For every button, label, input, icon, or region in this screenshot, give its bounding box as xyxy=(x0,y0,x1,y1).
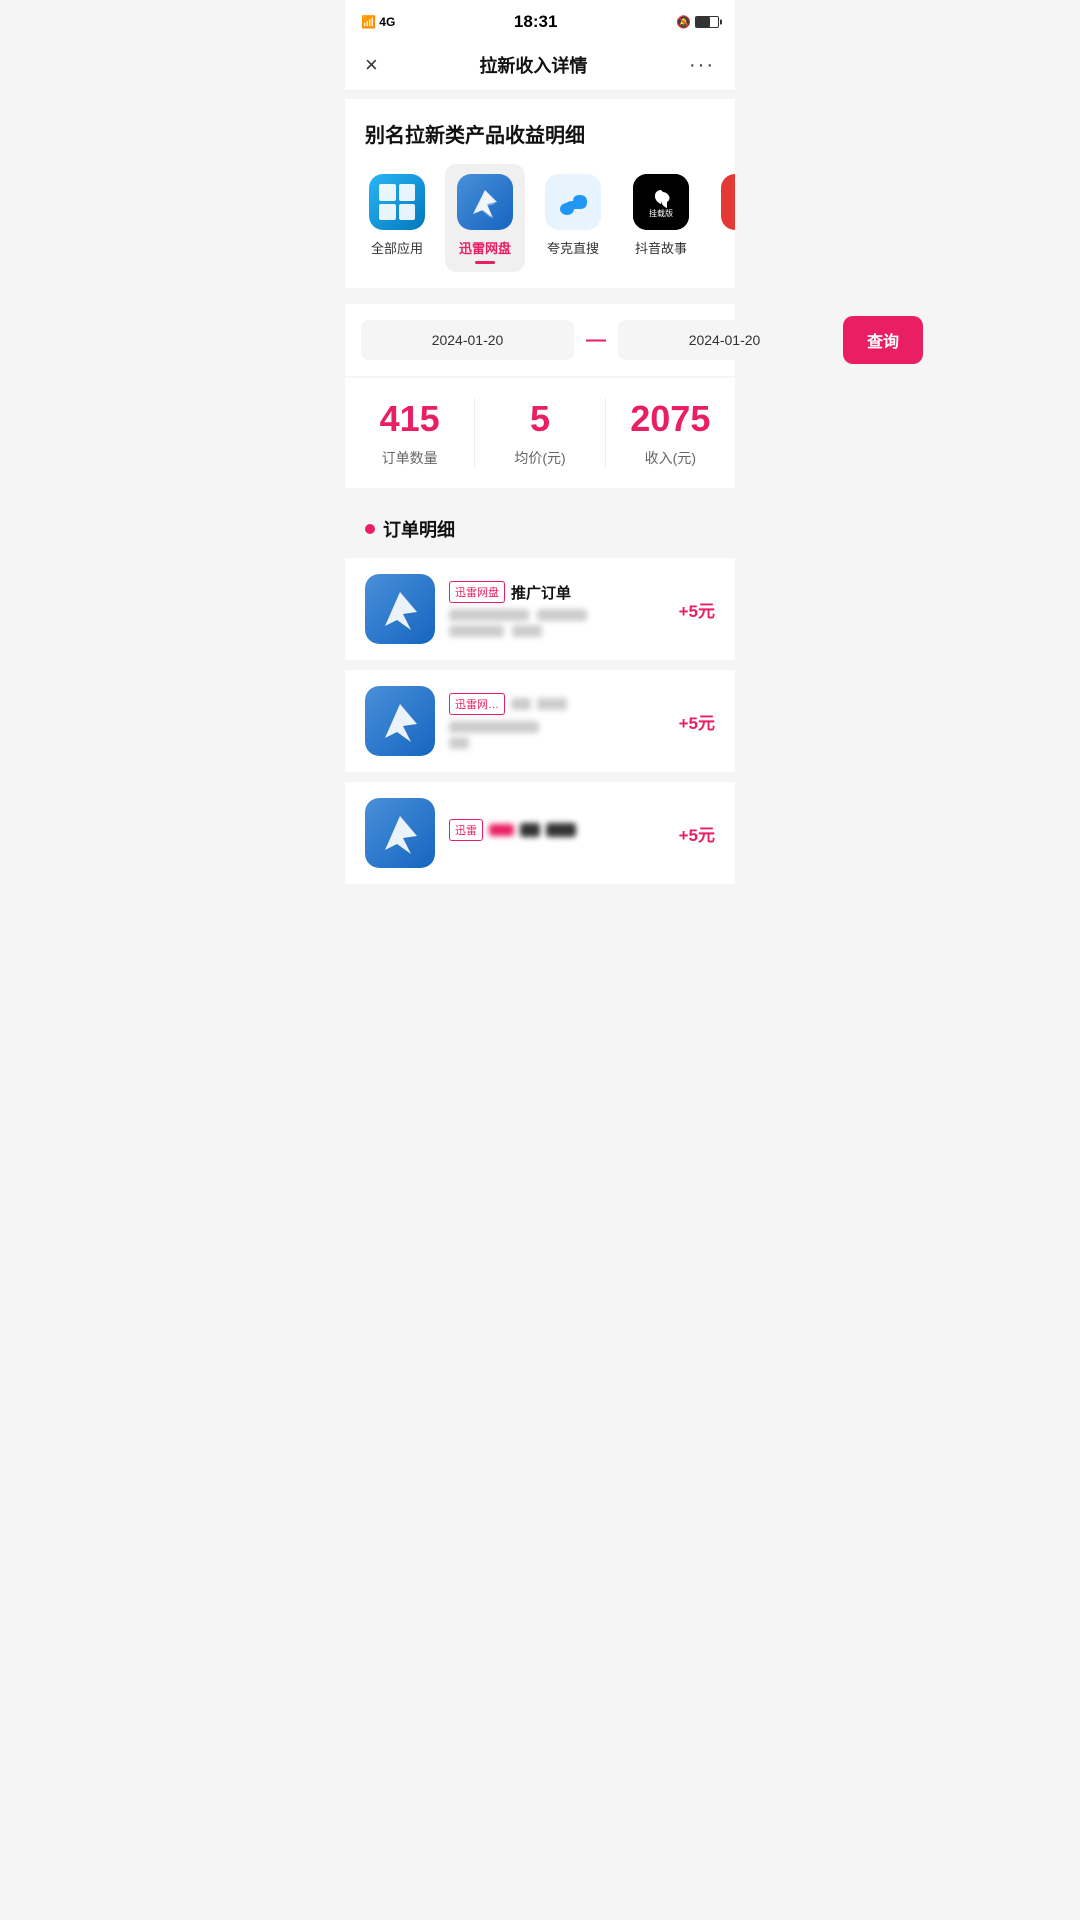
order-title: 订单明细 xyxy=(383,516,455,542)
order-info-3: 迅雷 xyxy=(449,819,665,847)
stat-order-label: 订单数量 xyxy=(345,448,474,468)
svg-text:挂载版: 挂载版 xyxy=(649,208,673,218)
order-app-icon-1 xyxy=(365,574,435,644)
order-info-1: 迅雷网盘 推广订单 xyxy=(449,581,665,637)
stats-row: 415 订单数量 5 均价(元) 2075 收入(元) xyxy=(345,378,735,488)
order-meta-blur-1a xyxy=(449,609,529,621)
status-time: 18:31 xyxy=(514,12,557,32)
order-amount-1: +5元 xyxy=(679,597,715,622)
order-blur-3a xyxy=(489,824,514,836)
order-blur-2a xyxy=(511,698,531,710)
stat-order-value: 415 xyxy=(345,398,474,440)
jintou-icon: E xyxy=(721,174,735,230)
tab-xunlei[interactable]: 迅雷网盘 xyxy=(445,164,525,272)
all-apps-icon xyxy=(369,174,425,230)
order-meta-blur-1b xyxy=(537,609,587,621)
order-section-header: 订单明细 xyxy=(345,496,735,550)
tab-kuake[interactable]: 夸克直搜 xyxy=(533,164,613,272)
tab-all-apps[interactable]: 全部应用 xyxy=(357,164,437,272)
stat-revenue-value: 2075 xyxy=(606,398,735,440)
tab-kuake-label: 夸克直搜 xyxy=(547,238,599,257)
order-blur-2b xyxy=(537,698,567,710)
mute-icon: 🔕 xyxy=(676,15,691,29)
nav-bar: × 拉新收入详情 ··· xyxy=(345,40,735,91)
order-meta-blur-1d xyxy=(512,625,542,637)
stat-revenue: 2075 收入(元) xyxy=(606,398,735,468)
order-type-1: 推广订单 xyxy=(511,582,571,603)
order-dot xyxy=(365,524,375,534)
order-amount-3: +5元 xyxy=(679,821,715,846)
stat-order-count: 415 订单数量 xyxy=(345,398,475,468)
order-blur-3c xyxy=(546,823,576,837)
order-badge-2: 迅雷网… xyxy=(449,693,505,715)
stat-avg-price: 5 均价(元) xyxy=(475,398,605,468)
start-date-input[interactable] xyxy=(361,320,574,360)
more-button[interactable]: ··· xyxy=(689,54,715,77)
stat-avg-label: 均价(元) xyxy=(475,448,604,468)
order-badge-3: 迅雷 xyxy=(449,819,483,841)
separator-1 xyxy=(345,288,735,296)
order-item[interactable]: 迅雷网盘 推广订单 +5元 xyxy=(345,558,735,660)
order-item-3[interactable]: 迅雷 +5元 xyxy=(345,782,735,884)
separator-2 xyxy=(345,488,735,496)
tab-xunlei-label: 迅雷网盘 xyxy=(459,238,511,257)
active-indicator xyxy=(475,261,495,264)
status-right-icons: 🔕 xyxy=(676,15,719,29)
kuake-icon xyxy=(545,174,601,230)
order-app-icon-2 xyxy=(365,686,435,756)
douyin-icon: 挂载版 xyxy=(633,174,689,230)
order-amount-2: +5元 xyxy=(679,709,715,734)
order-app-icon-3 xyxy=(365,798,435,868)
tab-all-apps-label: 全部应用 xyxy=(371,238,423,257)
separator-3 xyxy=(345,550,735,558)
stat-revenue-label: 收入(元) xyxy=(606,448,735,468)
signal-icon: 📶 4G xyxy=(361,15,395,29)
order-blur-3b xyxy=(520,823,540,837)
status-bar: 📶 4G 18:31 🔕 xyxy=(345,0,735,40)
order-info-2: 迅雷网… xyxy=(449,693,665,749)
query-button[interactable]: 查询 xyxy=(843,316,923,364)
nav-title: 拉新收入详情 xyxy=(479,52,587,78)
order-meta-blur-2a xyxy=(449,721,539,733)
tab-jintou[interactable]: E 今日 xyxy=(709,164,735,272)
battery-icon xyxy=(695,16,719,28)
date-filter: — 查询 xyxy=(345,304,735,376)
end-date-input[interactable] xyxy=(618,320,831,360)
order-meta-blur-2b xyxy=(449,737,469,749)
section-header: 别名拉新类产品收益明细 xyxy=(345,99,735,164)
order-badge-1: 迅雷网盘 xyxy=(449,581,505,603)
order-separator-1 xyxy=(345,662,735,670)
xunlei-icon xyxy=(457,174,513,230)
order-meta-blur-1c xyxy=(449,625,504,637)
tab-douyin-label: 抖音故事 xyxy=(635,238,687,257)
tab-douyin[interactable]: 挂载版 抖音故事 xyxy=(621,164,701,272)
stat-avg-value: 5 xyxy=(475,398,604,440)
section-title: 别名拉新类产品收益明细 xyxy=(365,125,585,147)
date-separator: — xyxy=(586,329,606,352)
close-button[interactable]: × xyxy=(365,52,378,78)
order-item-2[interactable]: 迅雷网… +5元 xyxy=(345,670,735,772)
order-list: 迅雷网盘 推广订单 +5元 xyxy=(345,558,735,906)
order-separator-2 xyxy=(345,774,735,782)
app-tabs: 全部应用 迅雷网盘 夸克直搜 xyxy=(345,164,735,288)
